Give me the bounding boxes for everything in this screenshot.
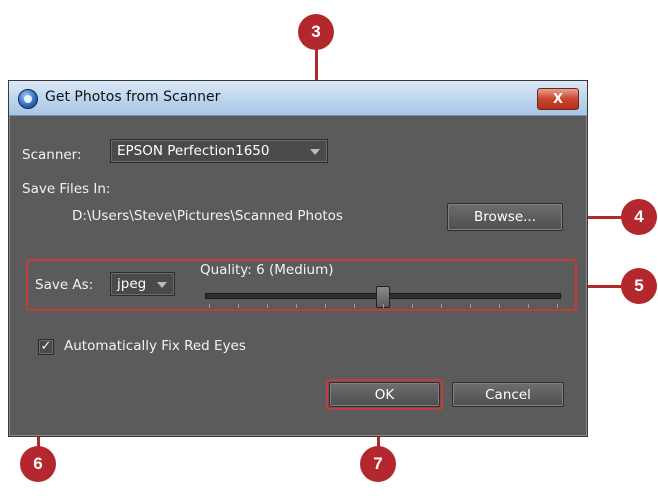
save-files-label: Save Files In: — [22, 181, 111, 197]
slider-tick — [209, 304, 210, 308]
ok-button[interactable]: OK — [329, 382, 440, 407]
file-format-dropdown[interactable]: jpeg — [110, 272, 175, 296]
slider-tick — [557, 304, 558, 308]
slider-tick — [528, 304, 529, 308]
red-eye-label: Automatically Fix Red Eyes — [64, 338, 246, 354]
scanner-dropdown[interactable]: EPSON Perfection1650 — [110, 139, 328, 163]
app-icon — [18, 89, 38, 109]
slider-tick — [325, 304, 326, 308]
quality-label: Quality: 6 (Medium) — [200, 262, 334, 278]
save-path-text: D:\Users\Steve\Pictures\Scanned Photos — [72, 208, 343, 224]
slider-tick — [267, 304, 268, 308]
scanner-dropdown-value: EPSON Perfection1650 — [117, 143, 270, 159]
red-eye-checkbox[interactable]: ✓ — [38, 339, 54, 355]
callout-4: 4 — [621, 199, 657, 235]
callout-3: 3 — [298, 14, 334, 50]
file-format-value: jpeg — [117, 276, 147, 292]
slider-tick — [499, 304, 500, 308]
cancel-button[interactable]: Cancel — [452, 382, 564, 407]
browse-button[interactable]: Browse... — [447, 203, 563, 231]
dialog-title: Get Photos from Scanner — [45, 89, 221, 105]
callout-6: 6 — [20, 446, 56, 482]
slider-tick — [354, 304, 355, 308]
slider-tick — [296, 304, 297, 308]
close-button[interactable]: X — [537, 88, 579, 110]
scanner-label: Scanner: — [22, 147, 82, 163]
callout-5: 5 — [621, 268, 657, 304]
scanner-dialog: Get Photos from Scanner X Scanner: EPSON… — [8, 80, 588, 437]
slider-tick — [238, 304, 239, 308]
chevron-down-icon — [157, 282, 167, 288]
save-as-label: Save As: — [35, 277, 94, 293]
slider-tick — [412, 304, 413, 308]
title-bar[interactable]: Get Photos from Scanner X — [9, 81, 587, 116]
chevron-down-icon — [310, 149, 320, 155]
slider-tick — [470, 304, 471, 308]
slider-tick — [441, 304, 442, 308]
callout-7: 7 — [360, 446, 396, 482]
slider-tick — [383, 304, 384, 308]
